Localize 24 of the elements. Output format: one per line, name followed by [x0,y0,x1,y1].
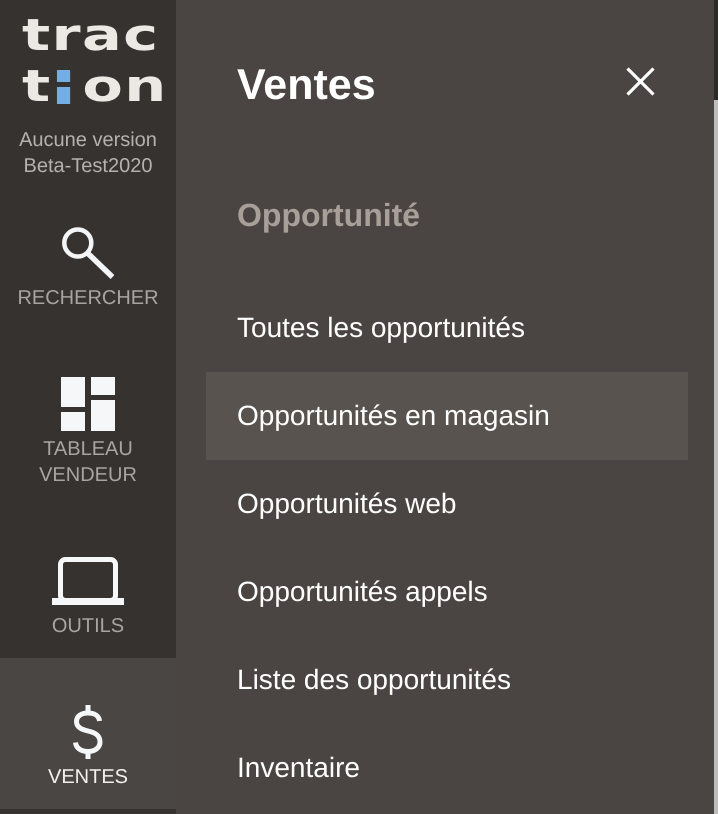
logo-text: trac [22,11,160,61]
sidebar-nav-item[interactable]: TABLEAU VENDEUR [0,330,176,507]
section-heading: Opportunité [237,196,420,235]
laptop-icon [52,557,124,605]
search-icon [62,227,114,279]
close-icon [626,67,655,96]
logo-text: t [22,62,52,112]
version-label: Aucune version [19,128,157,153]
sidebar-nav-item[interactable]: OUTILS [0,507,176,658]
dashboard-icon [61,377,115,431]
sidebar-nav-item[interactable]: VENTES [0,658,176,809]
square-dots-icon [56,70,70,104]
version-name: Beta-Test2020 [24,154,152,179]
dollar-icon [72,705,104,759]
menu-item[interactable]: Opportunités en magasin [206,372,688,460]
panel-title: Ventes [237,60,376,110]
menu-item[interactable]: Opportunités appels [206,548,688,636]
menu-item[interactable]: Opportunités web [206,460,688,548]
sidebar-nav-item[interactable]: RECHERCHER [0,179,176,330]
logo-text: on [82,62,168,112]
menu-item[interactable]: Liste des opportunités [206,636,688,724]
menu-item[interactable]: Toutes les opportunités [206,284,688,372]
menu-item[interactable]: Inventaire [206,724,688,812]
close-button[interactable] [626,67,655,96]
